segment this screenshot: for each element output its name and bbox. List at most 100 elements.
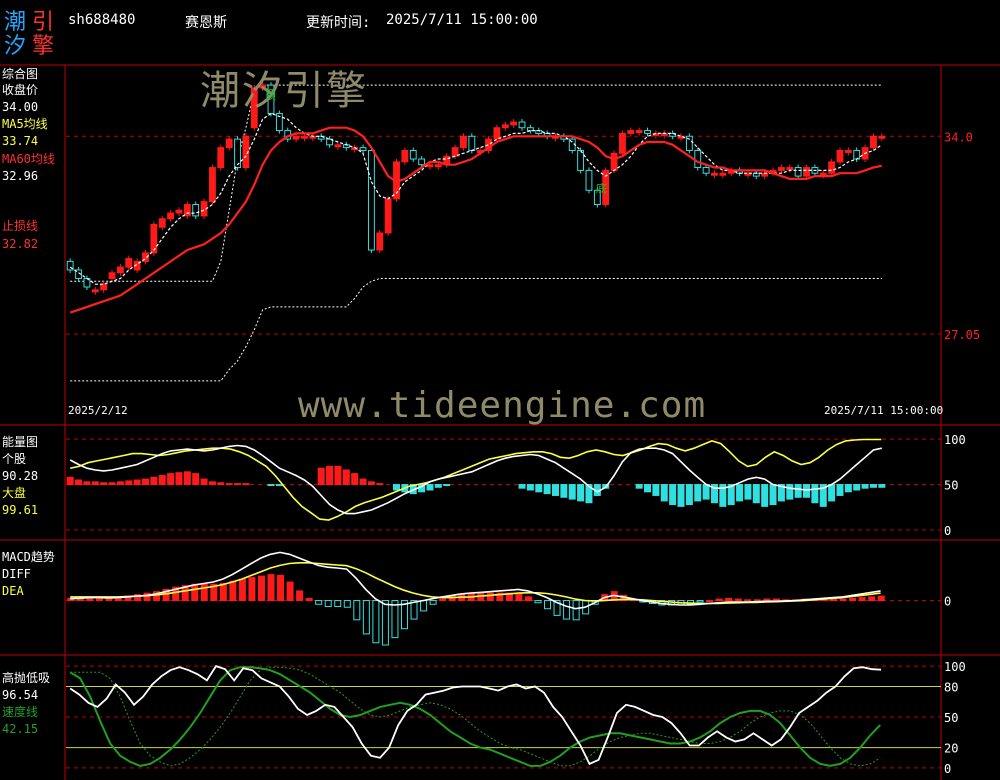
candle xyxy=(711,172,718,176)
candle xyxy=(217,147,225,169)
energy-bar xyxy=(551,484,559,496)
energy-bar xyxy=(811,484,819,504)
energy-bar xyxy=(535,484,543,493)
energy-bar xyxy=(828,484,836,502)
energy-bar xyxy=(644,484,652,493)
macd-bar xyxy=(544,600,552,610)
stop-label: 止损线 xyxy=(2,219,39,233)
candle xyxy=(225,138,233,149)
candle xyxy=(719,172,727,176)
macd-bar xyxy=(572,600,580,621)
candle xyxy=(619,132,626,154)
candle xyxy=(359,147,367,151)
candle xyxy=(836,149,844,163)
candle xyxy=(367,149,375,251)
energy-bar xyxy=(217,482,225,486)
candle xyxy=(334,144,342,148)
macd-bar xyxy=(706,600,714,603)
energy-bar xyxy=(761,484,769,507)
macd-bar xyxy=(868,596,876,602)
macd-bar xyxy=(267,574,275,602)
macd-bar xyxy=(429,600,437,605)
candle xyxy=(100,283,108,291)
energy-bar xyxy=(367,481,375,486)
energy-bar xyxy=(568,484,576,500)
macd-bar xyxy=(257,575,265,602)
energy-bar xyxy=(677,484,685,507)
energy-bar xyxy=(869,484,877,488)
energy-bar xyxy=(844,484,852,493)
osc-title: 高抛低吸 xyxy=(2,671,51,685)
energy-bar xyxy=(242,483,250,486)
energy-bar xyxy=(125,480,133,486)
candle xyxy=(627,130,635,134)
energy-tick-label-0: 100 xyxy=(944,433,966,447)
osc-value: 96.54 xyxy=(2,688,39,702)
candle xyxy=(460,135,467,149)
macd-bar xyxy=(753,599,761,602)
macd-bar xyxy=(238,578,246,602)
energy-bar xyxy=(426,484,434,491)
macd-bar xyxy=(191,583,199,602)
watermark-brand: 潮汐引擎 xyxy=(200,68,368,114)
energy-tick-label-1: 50 xyxy=(944,479,958,493)
macd-bar xyxy=(296,590,304,602)
energy-bar xyxy=(543,484,551,495)
energy-market-value: 99.61 xyxy=(2,503,39,517)
energy-bar xyxy=(317,467,325,486)
main-tick-label-1: 27.05 xyxy=(944,328,980,342)
macd-bar xyxy=(715,598,723,602)
candle xyxy=(409,149,417,160)
energy-stock-line xyxy=(69,444,882,515)
macd-bar xyxy=(849,597,857,602)
candle xyxy=(209,167,216,203)
energy-bar xyxy=(225,483,233,486)
energy-bar xyxy=(359,478,367,486)
marker-top: 顶 xyxy=(264,88,277,102)
macd-bar xyxy=(420,600,428,612)
energy-bar xyxy=(376,483,384,486)
candle xyxy=(401,149,409,163)
macd-bar xyxy=(763,598,771,602)
energy-bar xyxy=(208,481,216,486)
candle xyxy=(192,204,200,217)
macd-bar xyxy=(858,597,866,602)
energy-bar xyxy=(342,469,350,486)
macd-bar xyxy=(353,600,361,621)
macd-bar xyxy=(391,600,399,639)
energy-bar xyxy=(133,479,141,486)
candle xyxy=(777,167,785,171)
candle xyxy=(870,135,877,149)
macd-bar xyxy=(219,583,227,602)
candle xyxy=(426,164,434,168)
energy-bar xyxy=(635,484,643,489)
start-date: 2025/2/12 xyxy=(68,404,128,417)
macd-dea-label: DEA xyxy=(2,584,24,598)
macd-bar xyxy=(439,598,447,602)
macd-bar xyxy=(305,597,313,602)
energy-bar xyxy=(560,484,568,498)
energy-bar xyxy=(141,478,149,486)
macd-tick-label-0: 0 xyxy=(944,595,951,609)
energy-bar xyxy=(577,484,585,502)
energy-bar xyxy=(75,479,83,486)
candle xyxy=(844,149,852,153)
candle xyxy=(819,172,827,176)
energy-bar xyxy=(526,484,534,491)
candle xyxy=(828,161,836,174)
candle xyxy=(644,130,651,134)
energy-bar xyxy=(752,484,760,504)
energy-bar xyxy=(685,484,693,506)
energy-bar xyxy=(744,484,752,500)
energy-bar xyxy=(351,473,359,486)
candle xyxy=(384,198,392,234)
energy-bar xyxy=(803,484,811,498)
macd-bar xyxy=(830,598,838,602)
energy-bar xyxy=(694,484,702,502)
candle xyxy=(694,149,702,169)
osc-tick-label-0: 100 xyxy=(944,660,966,674)
candle xyxy=(794,167,802,177)
candle xyxy=(518,121,526,129)
energy-bar xyxy=(652,484,660,496)
macd-bar xyxy=(696,600,704,603)
